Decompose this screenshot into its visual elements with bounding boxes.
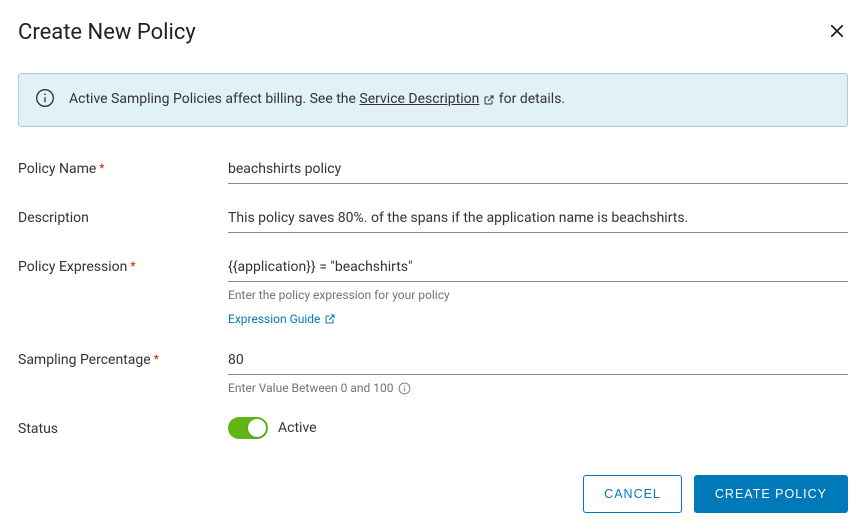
policy-name-input[interactable]: [228, 157, 848, 184]
required-indicator: *: [154, 352, 159, 366]
sampling-percentage-helper: Enter Value Between 0 and 100: [228, 381, 848, 395]
close-icon: [828, 22, 846, 40]
policy-expression-row: Policy Expression* Enter the policy expr…: [18, 255, 848, 326]
info-icon: [35, 88, 55, 112]
create-policy-button[interactable]: Create Policy: [694, 475, 848, 513]
dialog-header: Create New Policy: [18, 20, 848, 45]
cancel-button[interactable]: Cancel: [583, 475, 682, 513]
expression-guide-link[interactable]: Expression Guide: [228, 312, 336, 326]
service-description-link-label: Service Description: [359, 90, 479, 110]
sampling-percentage-label: Sampling Percentage*: [18, 348, 228, 368]
sampling-percentage-input[interactable]: [228, 348, 848, 375]
status-toggle[interactable]: Active: [228, 417, 317, 439]
policy-name-row: Policy Name*: [18, 157, 848, 184]
sampling-percentage-row: Sampling Percentage* Enter Value Between…: [18, 348, 848, 395]
external-link-icon: [324, 313, 336, 325]
info-banner: Active Sampling Policies affect billing.…: [18, 73, 848, 127]
required-indicator: *: [130, 259, 135, 273]
description-label: Description: [18, 206, 228, 226]
policy-expression-label: Policy Expression*: [18, 255, 228, 275]
expression-guide-link-label: Expression Guide: [228, 312, 320, 326]
toggle-track: [228, 417, 268, 439]
close-button[interactable]: [826, 20, 848, 42]
banner-text: Active Sampling Policies affect billing.…: [69, 90, 565, 110]
dialog-title: Create New Policy: [18, 20, 196, 45]
policy-name-label: Policy Name*: [18, 157, 228, 177]
external-link-icon: [483, 94, 495, 106]
policy-expression-helper: Enter the policy expression for your pol…: [228, 288, 848, 302]
description-input[interactable]: [228, 206, 848, 233]
required-indicator: *: [99, 161, 104, 175]
info-icon[interactable]: [398, 382, 411, 395]
banner-suffix: for details.: [499, 91, 565, 107]
banner-prefix: Active Sampling Policies affect billing.…: [69, 91, 359, 107]
policy-expression-input[interactable]: [228, 255, 848, 282]
status-label: Status: [18, 417, 228, 437]
toggle-thumb: [248, 419, 266, 437]
status-state-label: Active: [278, 420, 317, 436]
dialog-footer: Cancel Create Policy: [583, 475, 848, 513]
status-row: Status Active: [18, 417, 848, 443]
description-row: Description: [18, 206, 848, 233]
service-description-link[interactable]: Service Description: [359, 90, 495, 110]
